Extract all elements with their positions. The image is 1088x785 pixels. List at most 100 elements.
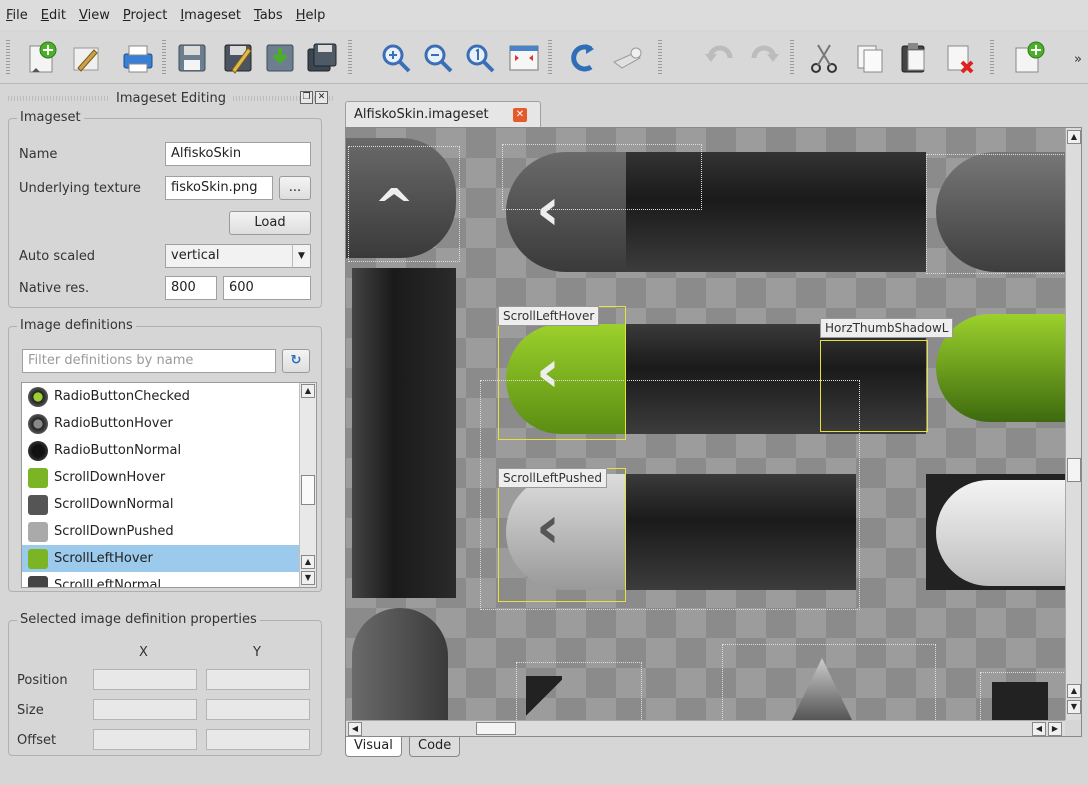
canvas-vertical-scrollbar[interactable]: ▲ ▲ ▼ [1065,128,1081,720]
offset-y-field[interactable] [206,729,310,750]
scroll-right-icon[interactable]: ▶ [1048,722,1062,736]
size-x-field[interactable] [93,699,197,720]
list-item[interactable]: ScrollDownPushed [22,518,302,545]
reload-icon[interactable] [566,40,602,76]
delete-icon[interactable] [942,40,978,76]
toolbar-separator [348,40,352,76]
list-item[interactable]: ScrollLeftHover [22,545,302,572]
tab-code[interactable]: Code [409,737,461,757]
imageset-canvas[interactable]: ^ ‹ ‹ ScrollLeftHover HorzThumbShadowL ‹… [346,128,1066,720]
list-scroll-thumb[interactable] [301,475,315,505]
tab-visual[interactable]: Visual [345,737,402,757]
selection-box[interactable] [498,468,626,602]
dock-title-bar[interactable]: Imageset Editing [8,88,334,108]
close-icon[interactable]: ✕ [315,91,328,104]
fit-view-icon[interactable] [506,40,542,76]
save-as-icon[interactable] [220,40,256,76]
toolbar-overflow-button[interactable]: » [1074,52,1082,67]
scroll-down-icon[interactable]: ▼ [1067,700,1081,714]
toolbar-separator [990,40,994,76]
sprite-horizontal-thumb-hover [936,314,1066,422]
menu-project[interactable]: Project [123,8,168,23]
scroll-left-icon[interactable]: ◀ [348,722,362,736]
browse-button[interactable]: ... [279,176,311,200]
list-scrollbar[interactable]: ▲ ▲ ▼ [299,383,316,587]
list-item[interactable]: ScrollDownNormal [22,491,302,518]
scroll-left-hover-icon [28,548,48,569]
download-icon[interactable] [262,40,298,76]
zoom-in-icon[interactable] [378,40,414,76]
scroll-up-icon[interactable]: ▲ [1067,130,1081,144]
scroll-up-icon[interactable]: ▲ [301,384,315,398]
texture-field[interactable]: fiskoSkin.png [165,176,273,200]
sprite-vertical-thumb [352,608,448,720]
offset-x-field[interactable] [93,729,197,750]
col-x-label: X [139,645,148,660]
scroll-up-icon[interactable]: ▲ [301,555,315,569]
native-res-x-field[interactable]: 800 [165,276,217,300]
native-res-y-field[interactable]: 600 [223,276,311,300]
cut-icon[interactable] [806,40,842,76]
save-icon[interactable] [174,40,210,76]
close-icon[interactable]: ✕ [513,108,527,122]
size-y-field[interactable] [206,699,310,720]
selection-box[interactable] [820,340,928,432]
new-file-icon[interactable] [24,40,60,76]
refresh-button[interactable]: ↻ [282,349,310,373]
menu-view[interactable]: View [79,8,110,23]
chevron-down-icon[interactable]: ▼ [292,245,310,267]
position-x-field[interactable] [93,669,197,690]
list-item[interactable]: ScrollDownHover [22,464,302,491]
save-all-icon[interactable] [304,40,340,76]
canvas-horizontal-scrollbar[interactable]: ◀ ◀ ▶ [346,720,1066,736]
sprite-horizontal-thumb-pushed [936,480,1066,586]
selection-box[interactable] [498,306,626,440]
filter-input[interactable]: Filter definitions by name [22,349,276,373]
toolbar-separator [548,40,552,76]
comment-icon[interactable] [610,40,646,76]
menu-file[interactable]: File [6,8,28,23]
scroll-up-icon[interactable]: ▲ [1067,684,1081,698]
scroll-left-icon[interactable]: ◀ [1032,722,1046,736]
undo-icon[interactable] [702,40,738,76]
list-item-label: RadioButtonHover [54,416,173,431]
definition-bounds [926,154,1066,274]
scrollbar-corner [1065,720,1081,736]
definitions-list[interactable]: RadioButtonChecked RadioButtonHover Radi… [21,382,317,588]
copy-icon[interactable] [852,40,888,76]
zoom-out-icon[interactable] [420,40,456,76]
sprite-resize-grip [992,682,1048,720]
menu-imageset[interactable]: Imageset [180,8,241,23]
menu-edit[interactable]: Edit [41,8,66,23]
canvas-hscroll-thumb[interactable] [476,722,516,735]
imageset-editing-dock: Imageset Editing ❐ ✕ Imageset Name Alfis… [8,88,334,766]
list-item[interactable]: RadioButtonHover [22,410,302,437]
scroll-down-pushed-icon [28,521,48,542]
name-field[interactable]: AlfiskoSkin [165,142,311,166]
zoom-original-icon[interactable] [462,40,498,76]
list-item[interactable]: ScrollLeftNormal [22,572,302,587]
list-item[interactable]: RadioButtonNormal [22,437,302,464]
list-item[interactable]: RadioButtonChecked [22,383,302,410]
name-label: Name [19,147,58,162]
scroll-down-normal-icon [28,494,48,515]
load-button[interactable]: Load [229,211,311,235]
imageset-group-title: Imageset [17,110,84,125]
editor-tab-label: AlfiskoSkin.imageset [354,107,489,122]
auto-scaled-label: Auto scaled [19,249,96,264]
paste-icon[interactable] [896,40,932,76]
auto-scaled-select[interactable]: vertical ▼ [165,244,311,268]
canvas-vscroll-thumb[interactable] [1067,458,1081,482]
menu-help[interactable]: Help [296,8,326,23]
imageset-canvas-frame: ^ ‹ ‹ ScrollLeftHover HorzThumbShadowL ‹… [345,127,1082,737]
tab-alfiskoskin-imageset[interactable]: AlfiskoSkin.imageset ✕ [345,101,541,127]
position-y-field[interactable] [206,669,310,690]
print-icon[interactable] [120,40,156,76]
menu-tabs[interactable]: Tabs [254,8,283,23]
redo-icon[interactable] [746,40,782,76]
float-icon[interactable]: ❐ [300,91,313,104]
position-label: Position [17,673,68,688]
scroll-down-icon[interactable]: ▼ [301,571,315,585]
edit-pen-icon[interactable] [68,40,104,76]
new-definition-icon[interactable] [1010,40,1046,76]
